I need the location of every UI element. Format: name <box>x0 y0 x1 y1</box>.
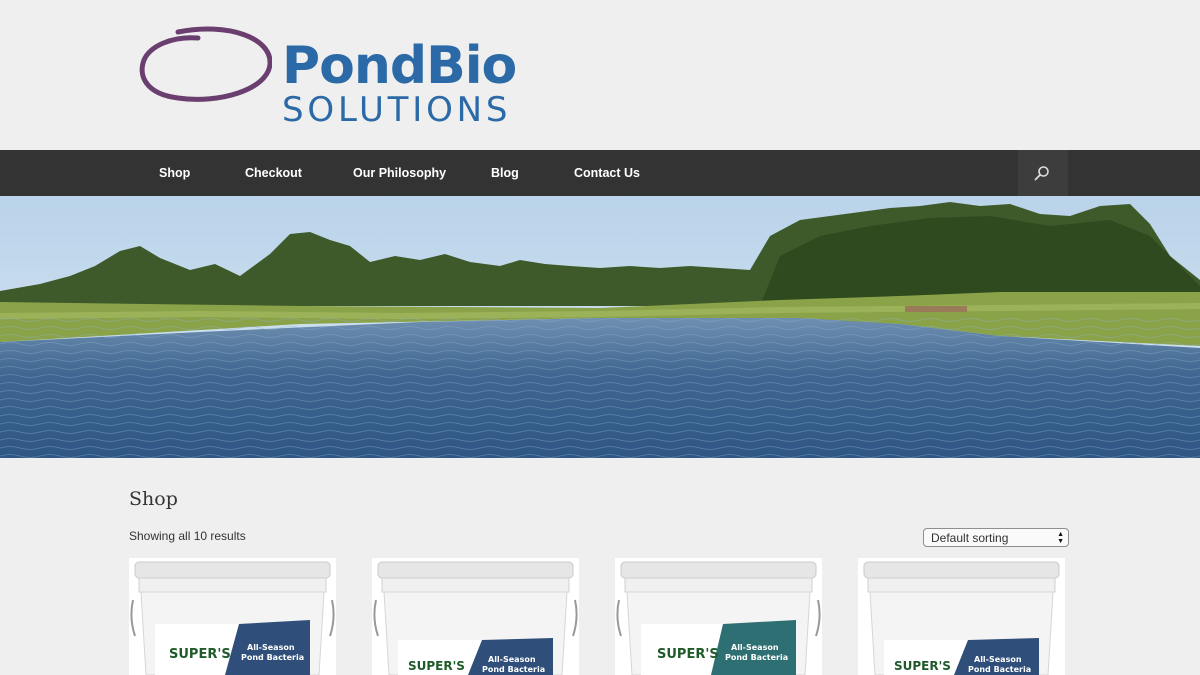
bucket-product-image: SUPER'S All-Season Pond Bacteria <box>858 558 1065 675</box>
bucket-product-image: SUPER'S All-Season Pond Bacteria <box>129 558 336 675</box>
product-card[interactable]: SUPER'S All-Season Pond Bacteria <box>858 558 1065 675</box>
result-count: Showing all 10 results <box>129 529 246 543</box>
hero-banner-image <box>0 196 1200 458</box>
logo-text-pondbio: PondBio <box>282 36 517 96</box>
product-brand: SUPER'S <box>169 647 231 662</box>
select-arrows-icon: ▲ ▼ <box>1057 531 1064 545</box>
nav-item-our-philosophy[interactable]: Our Philosophy <box>353 150 446 196</box>
product-brand: SUPER'S <box>408 659 465 673</box>
logo-text-solutions: SOLUTIONS <box>282 90 512 130</box>
pond-landscape-image <box>0 196 1200 458</box>
bucket-product-image: SUPER'S All-Season Pond Bacteria <box>372 558 579 675</box>
search-button[interactable] <box>1018 150 1068 196</box>
main-nav: Shop Checkout Our Philosophy Blog Contac… <box>0 150 1200 196</box>
page-title: Shop <box>129 488 178 510</box>
product-brand: SUPER'S <box>657 647 719 662</box>
product-label-2: Pond Bacteria <box>241 653 304 662</box>
product-card[interactable]: SUPER'S All-Season Pond Bacteria <box>372 558 579 675</box>
logo-ring-icon <box>139 26 272 102</box>
sort-select-value: Default sorting <box>931 531 1009 545</box>
product-label: All-Season <box>974 655 1022 664</box>
shop-content: Shop Showing all 10 results Default sort… <box>0 458 1200 675</box>
product-card[interactable]: SUPER'S All-Season Pond Bacteria <box>615 558 822 675</box>
search-icon <box>1034 166 1049 181</box>
site-header: PondBio SOLUTIONS <box>0 0 1200 150</box>
sort-select[interactable]: Default sorting ▲ ▼ <box>923 528 1069 547</box>
product-card[interactable]: SUPER'S All-Season Pond Bacteria <box>129 558 336 675</box>
nav-item-checkout[interactable]: Checkout <box>245 150 302 196</box>
nav-item-blog[interactable]: Blog <box>491 150 519 196</box>
product-label-2: Pond Bacteria <box>725 653 788 662</box>
nav-item-shop[interactable]: Shop <box>159 150 190 196</box>
nav-item-contact-us[interactable]: Contact Us <box>574 150 640 196</box>
bucket-product-image: SUPER'S All-Season Pond Bacteria <box>615 558 822 675</box>
product-brand: SUPER'S <box>894 659 951 673</box>
product-label: All-Season <box>488 655 536 664</box>
product-label-2: Pond Bacteria <box>482 665 545 674</box>
product-label-2: Pond Bacteria <box>968 665 1031 674</box>
site-logo[interactable]: PondBio SOLUTIONS <box>138 20 548 128</box>
product-label: All-Season <box>247 643 295 652</box>
product-label: All-Season <box>731 643 779 652</box>
